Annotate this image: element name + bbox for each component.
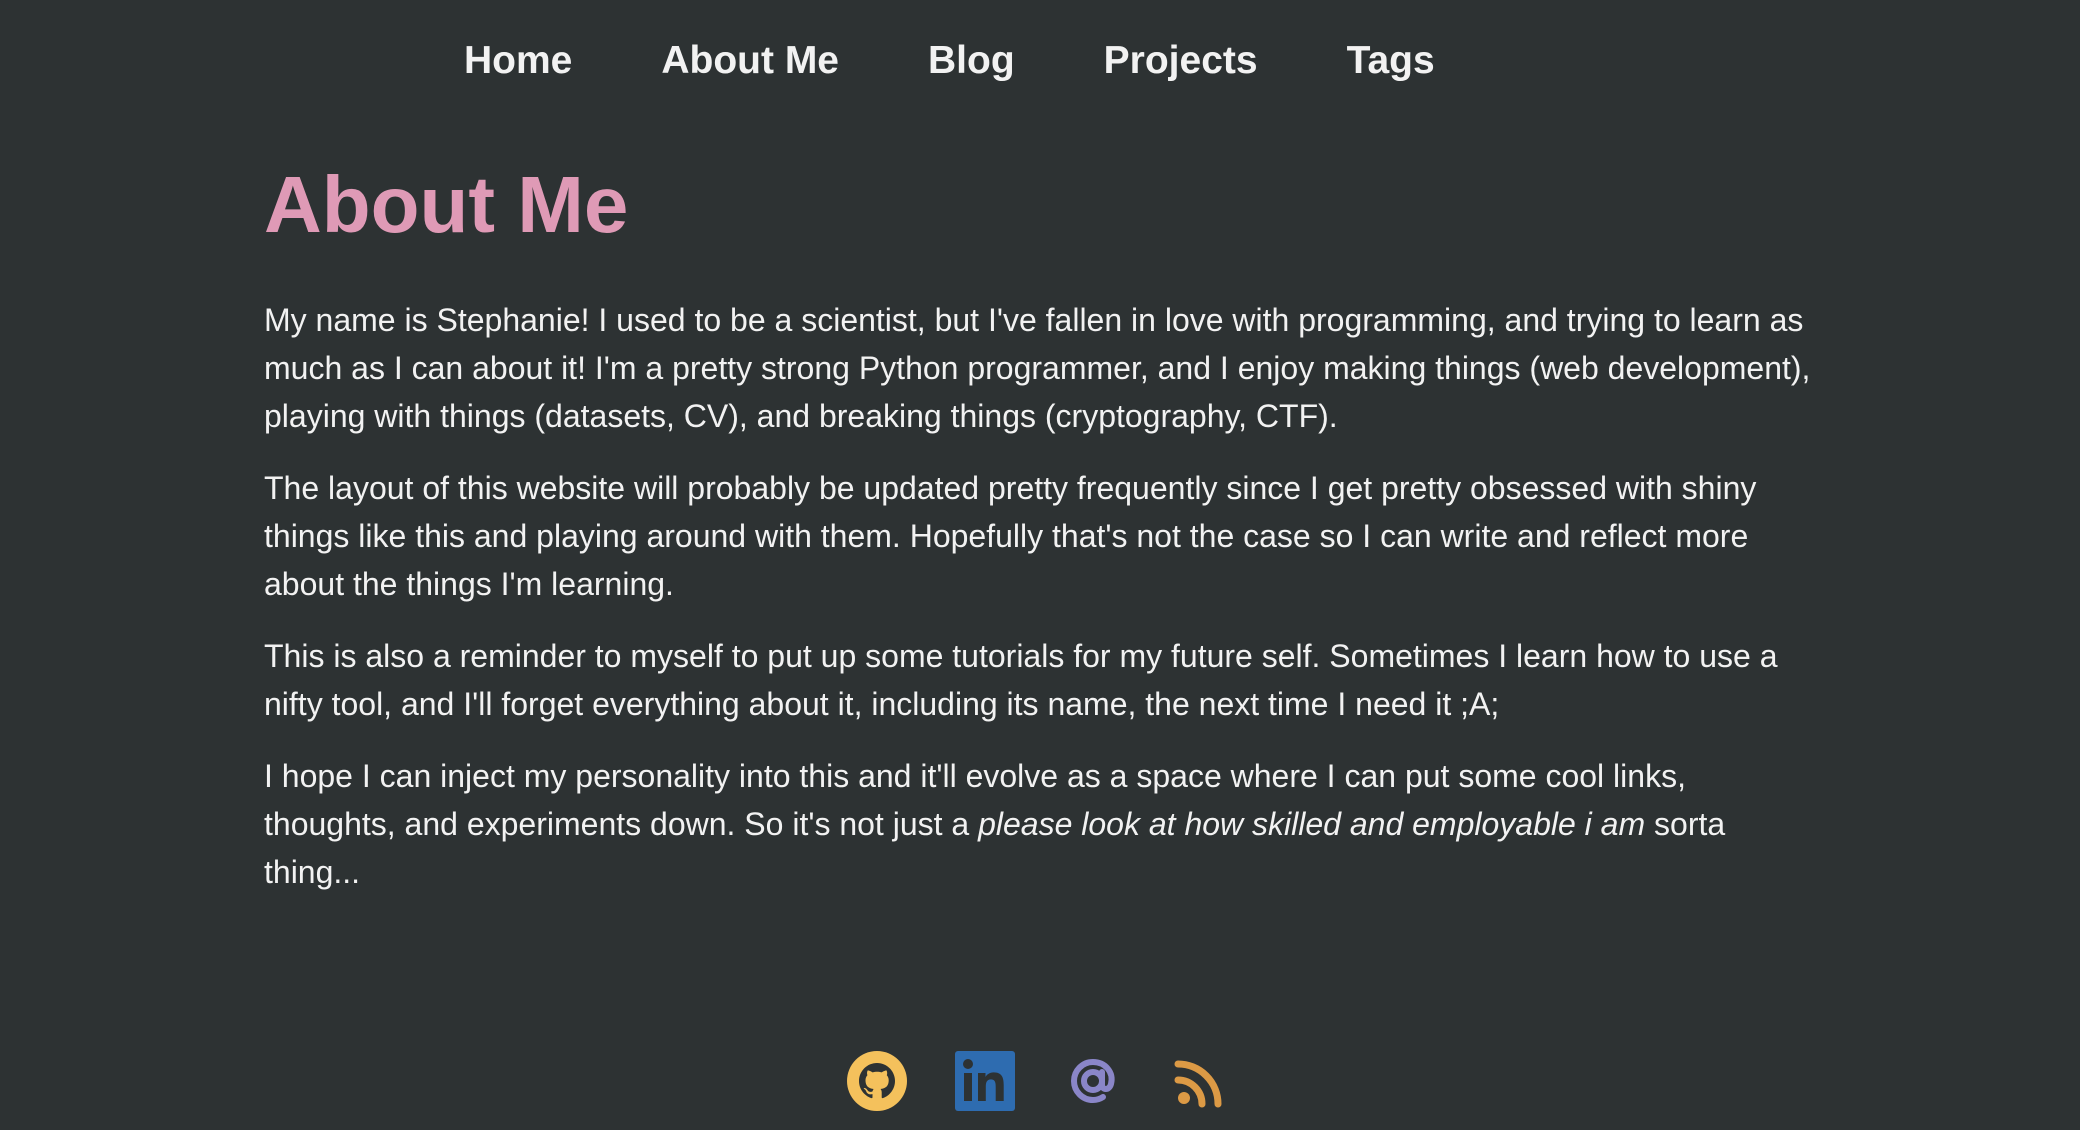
email-icon xyxy=(1070,1058,1115,1104)
github-link[interactable] xyxy=(846,1050,908,1112)
intro-paragraph: My name is Stephanie! I used to be a sci… xyxy=(264,302,1811,434)
rss-icon xyxy=(1174,1060,1222,1108)
nav-link-tags[interactable]: Tags xyxy=(1347,36,1435,86)
layout-paragraph: The layout of this website will probably… xyxy=(264,470,1757,602)
tutorials-paragraph: This is also a reminder to myself to put… xyxy=(264,638,1778,722)
rss-link[interactable] xyxy=(1170,1050,1232,1112)
linkedin-link[interactable] xyxy=(954,1050,1016,1112)
social-links xyxy=(846,1050,1232,1112)
personality-paragraph: I hope I can inject my personality into … xyxy=(264,752,1824,896)
nav-link-projects[interactable]: Projects xyxy=(1104,36,1258,86)
nav-link-home[interactable]: Home xyxy=(464,36,572,86)
main-nav: Home About Me Blog Projects Tags xyxy=(464,36,1435,86)
nav-link-about-me[interactable]: About Me xyxy=(661,36,839,86)
linkedin-icon xyxy=(955,1051,1015,1111)
main-content: About Me My name is Stephanie! I used to… xyxy=(264,150,1824,896)
personality-emphasis: please look at how skilled and employabl… xyxy=(978,806,1646,842)
email-link[interactable] xyxy=(1062,1050,1124,1112)
github-icon xyxy=(847,1051,907,1111)
nav-link-blog[interactable]: Blog xyxy=(928,36,1015,86)
page-title: About Me xyxy=(264,160,629,249)
